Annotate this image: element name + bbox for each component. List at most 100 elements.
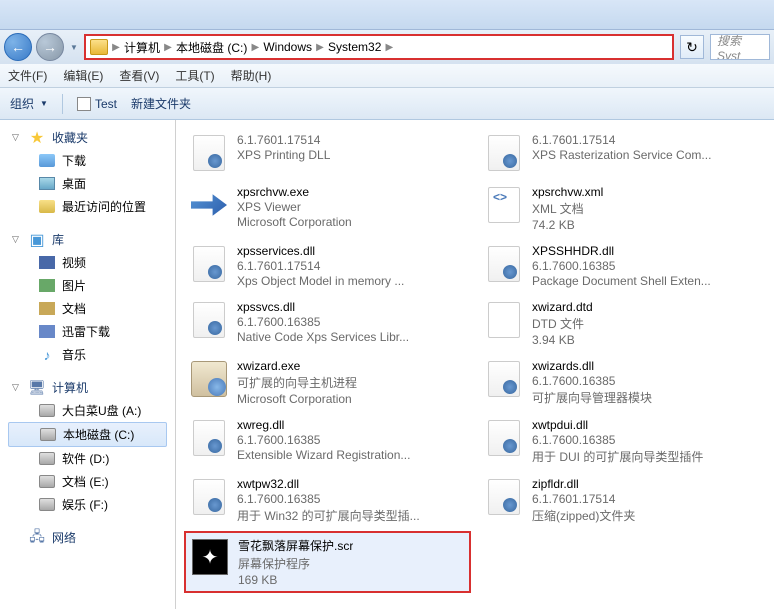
sidebar-item-label: 文档 (E:) (62, 473, 109, 490)
menu-bar: 文件(F) 编辑(E) 查看(V) 工具(T) 帮助(H) (0, 64, 774, 88)
chevron-right-icon[interactable]: ▶ (249, 42, 261, 53)
sidebar-item-xunlei[interactable]: 迅雷下载 (8, 320, 167, 343)
file-item[interactable]: XPSSHHDR.dll6.1.7600.16385Package Docume… (479, 239, 766, 293)
file-item[interactable]: xwizard.dtdDTD 文件3.94 KB (479, 295, 766, 352)
breadcrumb-item[interactable]: System32 (326, 40, 383, 54)
file-name: xwizard.exe (237, 359, 357, 373)
file-item[interactable]: ✦雪花飘落屏幕保护.scr屏幕保护程序169 KB (184, 531, 471, 593)
chevron-right-icon[interactable]: ▶ (110, 42, 122, 53)
separator (62, 94, 63, 114)
sidebar-item-label: 视频 (62, 254, 86, 271)
file-item[interactable]: xpsrchvw.exeXPS ViewerMicrosoft Corporat… (184, 180, 471, 237)
dll-file-icon (488, 479, 520, 515)
sidebar-item-label: 音乐 (62, 346, 86, 363)
sidebar-item-drive-a[interactable]: 大白菜U盘 (A:) (8, 399, 167, 422)
forward-button[interactable]: → (36, 33, 64, 61)
organize-button[interactable]: 组织 ▼ (10, 95, 48, 112)
sidebar-item-music[interactable]: ♪ 音乐 (8, 343, 167, 366)
sidebar-item-label: 桌面 (62, 175, 86, 192)
back-button[interactable]: ← (4, 33, 32, 61)
file-meta: Package Document Shell Exten... (532, 274, 711, 288)
file-item[interactable]: xwizard.exe可扩展的向导主机进程Microsoft Corporati… (184, 354, 471, 411)
file-name: xpsrchvw.exe (237, 185, 352, 199)
sidebar-item-label: 软件 (D:) (62, 450, 109, 467)
new-folder-button[interactable]: 新建文件夹 (131, 95, 191, 112)
dll-file-icon (193, 420, 225, 456)
breadcrumb-item[interactable]: Windows (261, 40, 314, 54)
file-item[interactable]: xpsservices.dll6.1.7601.17514Xps Object … (184, 239, 471, 293)
sidebar-item-documents[interactable]: 文档 (8, 297, 167, 320)
library-icon: ▣ (28, 232, 46, 248)
file-meta: 可扩展向导管理器模块 (532, 389, 652, 406)
sidebar-item-desktop[interactable]: 桌面 (8, 172, 167, 195)
file-meta: Extensible Wizard Registration... (237, 448, 410, 462)
sidebar-item-drive-e[interactable]: 文档 (E:) (8, 470, 167, 493)
file-item[interactable]: xwreg.dll6.1.7600.16385Extensible Wizard… (184, 413, 471, 470)
file-meta: 169 KB (238, 573, 353, 587)
sidebar-favorites[interactable]: ▽ ★ 收藏夹 (8, 126, 167, 149)
desktop-icon (39, 177, 55, 190)
dll-file-icon (193, 135, 225, 171)
menu-help[interactable]: 帮助(H) (231, 67, 272, 84)
star-icon: ★ (28, 130, 46, 146)
sidebar-computer[interactable]: ▽ 🖥 计算机 (8, 376, 167, 399)
dll-file-icon (488, 135, 520, 171)
breadcrumb-item[interactable]: 本地磁盘 (C:) (174, 39, 249, 56)
wizard-exe-icon (191, 361, 227, 397)
chevron-right-icon[interactable]: ▶ (314, 42, 326, 53)
computer-icon: 🖥 (28, 380, 46, 396)
sidebar-item-drive-f[interactable]: 娱乐 (F:) (8, 493, 167, 516)
nav-group-computer: ▽ 🖥 计算机 大白菜U盘 (A:) 本地磁盘 (C:) 软件 (D:) 文档 … (0, 376, 175, 516)
file-meta: 6.1.7600.16385 (532, 259, 711, 273)
sidebar-libraries[interactable]: ▽ ▣ 库 (8, 228, 167, 251)
file-item[interactable]: xpsrchvw.xmlXML 文档74.2 KB (479, 180, 766, 237)
nav-history-dropdown[interactable]: ▼ (68, 33, 80, 61)
file-item[interactable]: xwtpdui.dll6.1.7600.16385用于 DUI 的可扩展向导类型… (479, 413, 766, 470)
drive-icon (39, 498, 55, 511)
file-meta: 6.1.7601.17514 (237, 259, 404, 273)
test-button[interactable]: Test (77, 97, 117, 111)
xml-file-icon (488, 187, 520, 223)
file-item[interactable]: 6.1.7601.17514XPS Printing DLL (184, 128, 471, 178)
sidebar-item-downloads[interactable]: 下载 (8, 149, 167, 172)
search-input[interactable]: 搜索 Syst (710, 34, 770, 60)
chevron-right-icon[interactable]: ▶ (162, 42, 174, 53)
sidebar-item-pictures[interactable]: 图片 (8, 274, 167, 297)
file-item[interactable]: xwtpw32.dll6.1.7600.16385用于 Win32 的可扩展向导… (184, 472, 471, 529)
breadcrumb-item[interactable]: 计算机 (122, 39, 162, 56)
drive-icon (39, 475, 55, 488)
file-item[interactable]: 6.1.7601.17514XPS Rasterization Service … (479, 128, 766, 178)
sidebar-network[interactable]: 🖧 网络 (8, 526, 167, 549)
file-meta: 6.1.7600.16385 (237, 492, 420, 506)
file-meta: 6.1.7600.16385 (532, 374, 652, 388)
file-item[interactable]: xwizards.dll6.1.7600.16385可扩展向导管理器模块 (479, 354, 766, 411)
menu-tools[interactable]: 工具(T) (175, 67, 214, 84)
file-item[interactable]: xpssvcs.dll6.1.7600.16385Native Code Xps… (184, 295, 471, 352)
breadcrumb[interactable]: ▶ 计算机 ▶ 本地磁盘 (C:) ▶ Windows ▶ System32 ▶ (84, 34, 674, 60)
menu-view[interactable]: 查看(V) (119, 67, 159, 84)
sidebar-item-recent[interactable]: 最近访问的位置 (8, 195, 167, 218)
folder-icon (90, 39, 108, 55)
main-area: ▽ ★ 收藏夹 下载 桌面 最近访问的位置 ▽ ▣ 库 (0, 120, 774, 609)
menu-file[interactable]: 文件(F) (8, 67, 47, 84)
dll-file-icon (488, 246, 520, 282)
file-name: xpssvcs.dll (237, 300, 409, 314)
file-meta: 用于 Win32 的可扩展向导类型插... (237, 507, 420, 524)
chevron-down-icon: ▽ (12, 132, 22, 143)
sidebar-item-videos[interactable]: 视频 (8, 251, 167, 274)
organize-label: 组织 (10, 95, 34, 112)
dtd-file-icon (488, 302, 520, 338)
chevron-right-icon[interactable]: ▶ (383, 42, 395, 53)
file-meta: 6.1.7601.17514 (237, 133, 330, 147)
sidebar-item-label: 下载 (62, 152, 86, 169)
sidebar-item-drive-d[interactable]: 软件 (D:) (8, 447, 167, 470)
sidebar-item-drive-c[interactable]: 本地磁盘 (C:) (8, 422, 167, 447)
file-meta: 用于 DUI 的可扩展向导类型插件 (532, 448, 703, 465)
refresh-button[interactable]: ↻ (680, 35, 704, 59)
dll-file-icon (193, 302, 225, 338)
sidebar-label: 库 (52, 231, 64, 248)
file-pane[interactable]: 6.1.7601.17514XPS Printing DLL6.1.7601.1… (176, 120, 774, 609)
menu-edit[interactable]: 编辑(E) (63, 67, 103, 84)
dll-file-icon (193, 246, 225, 282)
file-item[interactable]: zipfldr.dll6.1.7601.17514压缩(zipped)文件夹 (479, 472, 766, 529)
